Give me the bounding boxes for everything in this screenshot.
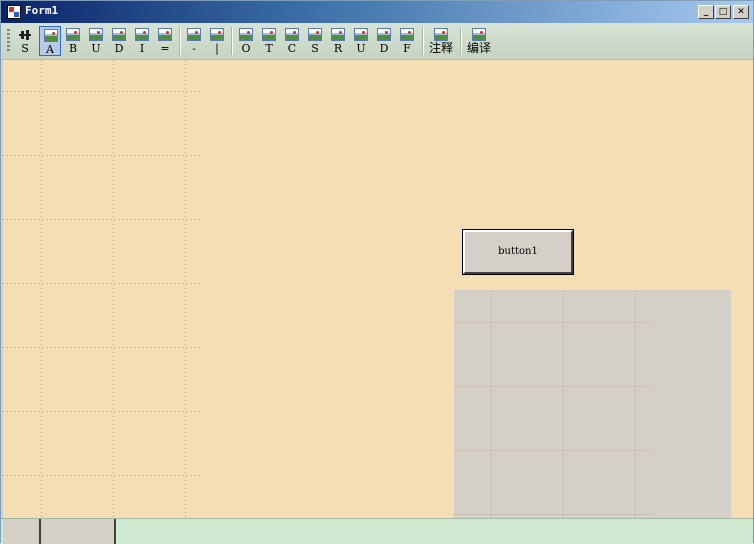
toolbar-button-label: U [356, 42, 366, 55]
toolbar-button-label: - [192, 42, 196, 55]
image-icon [187, 28, 201, 41]
image-icon [472, 28, 486, 41]
toolbar-button-label: S [311, 42, 319, 55]
grid-line [3, 411, 203, 412]
toolbar-button-label: 编译 [466, 41, 491, 55]
toolbar: S A B U D I = - | O T C S R U D F 注释 编译 [1, 23, 753, 60]
grid-line [3, 475, 203, 476]
image-icon [239, 28, 253, 41]
toolbar-button-label: 注释 [428, 41, 453, 55]
grid-line [454, 322, 654, 323]
toolbar-button-o[interactable]: O [235, 26, 257, 56]
grid-line [3, 283, 203, 284]
toolbar-button-label: = [160, 42, 170, 55]
toolbar-button-d2[interactable]: D [373, 26, 395, 56]
toolbar-button-b[interactable]: B [62, 26, 84, 56]
toolbar-button-label: F [403, 42, 411, 55]
title-bar[interactable]: Form1 _ □ ✕ [1, 1, 753, 23]
toolbar-button-d[interactable]: D [108, 26, 130, 56]
image-icon [434, 28, 448, 41]
image-icon [112, 28, 126, 41]
image-icon [44, 29, 58, 42]
toolbar-button-c[interactable]: C [281, 26, 303, 56]
grid-line [454, 386, 654, 387]
toolbar-button-f[interactable]: F [396, 26, 418, 56]
status-strip [1, 518, 753, 544]
grid-line [491, 290, 492, 518]
toolbar-separator [422, 27, 424, 55]
toolbar-button-label: D [379, 42, 389, 55]
toolbar-button-u2[interactable]: U [350, 26, 372, 56]
maximize-button[interactable]: □ [715, 5, 731, 19]
image-icon [66, 28, 80, 41]
toolbar-button-label: I [139, 42, 145, 55]
s-tool-icon [17, 29, 33, 41]
toolbar-button-label: C [287, 42, 297, 55]
main-window: Form1 _ □ ✕ S A B U D I = - | O T C S R … [0, 0, 754, 544]
close-button[interactable]: ✕ [733, 5, 749, 19]
toolbar-button-label: | [215, 42, 219, 55]
toolbar-button-u[interactable]: U [85, 26, 107, 56]
status-panel [41, 519, 116, 544]
toolbar-separator [179, 27, 181, 55]
toolbar-button-label: D [114, 42, 124, 55]
image-icon [308, 28, 322, 41]
toolbar-separator [231, 27, 233, 55]
toolbar-button-i[interactable]: I [131, 26, 153, 56]
grid-line [3, 91, 203, 92]
toolbar-button-s[interactable]: S [14, 26, 36, 56]
image-icon [331, 28, 345, 41]
grid-line [635, 290, 636, 518]
app-icon[interactable] [7, 5, 21, 19]
toolbar-grip[interactable] [7, 29, 10, 53]
image-icon [377, 28, 391, 41]
toolbar-button-pipe[interactable]: | [206, 26, 228, 56]
toolbar-button-minus[interactable]: - [183, 26, 205, 56]
grid-line [454, 514, 654, 515]
image-icon [158, 28, 172, 41]
minimize-button[interactable]: _ [698, 5, 714, 19]
toolbar-button-label: B [68, 42, 78, 55]
gray-panel[interactable] [454, 290, 731, 518]
form-client-area[interactable]: button1 [3, 60, 753, 518]
toolbar-button-equals[interactable]: = [154, 26, 176, 56]
status-panel [3, 519, 41, 544]
toolbar-button-label: T [265, 42, 273, 55]
toolbar-button-label: U [91, 42, 101, 55]
toolbar-button-label: O [241, 42, 251, 55]
grid-line [185, 60, 186, 518]
image-icon [354, 28, 368, 41]
grid-line [113, 60, 114, 518]
toolbar-button-t[interactable]: T [258, 26, 280, 56]
grid-line [3, 219, 203, 220]
image-icon [262, 28, 276, 41]
grid-line [454, 450, 654, 451]
toolbar-button-label: R [333, 42, 343, 55]
window-title: Form1 [25, 4, 59, 17]
image-icon [135, 28, 149, 41]
toolbar-separator [460, 27, 462, 55]
grid-line [41, 60, 42, 518]
toolbar-button-label: S [21, 42, 29, 55]
grid-line [3, 155, 203, 156]
image-icon [285, 28, 299, 41]
image-icon [89, 28, 103, 41]
image-icon [210, 28, 224, 41]
grid-line [563, 290, 564, 518]
toolbar-button-a[interactable]: A [39, 26, 61, 56]
toolbar-button-label: A [46, 43, 54, 56]
image-icon [400, 28, 414, 41]
grid-line [3, 347, 203, 348]
toolbar-button-comment[interactable]: 注释 [427, 26, 455, 56]
toolbar-button-r[interactable]: R [327, 26, 349, 56]
toolbar-button-s2[interactable]: S [304, 26, 326, 56]
toolbar-button-compile[interactable]: 编译 [465, 26, 493, 56]
button1[interactable]: button1 [462, 229, 574, 275]
